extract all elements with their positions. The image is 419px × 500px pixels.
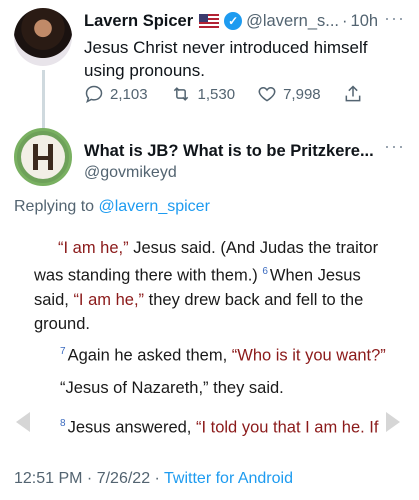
us-flag-icon xyxy=(199,14,220,28)
footer-date[interactable]: 7/26/22 xyxy=(97,470,150,487)
tweet-original[interactable]: Lavern Spicer ✓ @lavern_s... · 10h ··· J… xyxy=(0,0,419,130)
author-handle[interactable]: @govmikeyd xyxy=(84,164,177,182)
like-count: 7,998 xyxy=(283,85,321,103)
footer-separator: · xyxy=(150,470,165,487)
passage-paragraph-2: 7 Again he asked them, “Who is it you wan… xyxy=(60,340,410,368)
avatar-lavern[interactable] xyxy=(14,8,72,66)
retweet-button[interactable]: 1,530 xyxy=(170,84,236,104)
more-options-icon[interactable]: ··· xyxy=(384,136,405,157)
bible-passage-image[interactable]: “I am he,” Jesus said. (And Judas the tr… xyxy=(0,228,419,450)
avatar-govmikeyd[interactable] xyxy=(14,128,72,186)
retweet-count: 1,530 xyxy=(197,85,236,103)
footer-time[interactable]: 12:51 PM xyxy=(14,470,82,487)
tweet-text: Jesus Christ never introduced himself us… xyxy=(84,38,368,80)
heart-icon xyxy=(258,86,276,102)
verse-number: 7 xyxy=(60,346,66,357)
tweet-actions: 2,103 1,530 7,998 xyxy=(84,84,391,104)
author-handle[interactable]: @lavern_s... xyxy=(246,12,339,31)
verse-number: 6 xyxy=(262,266,268,277)
author-name[interactable]: What is JB? What is to be Pritzkere... xyxy=(84,142,374,161)
next-arrow-icon[interactable] xyxy=(386,412,400,432)
tweet-footer: 12:51 PM · 7/26/22 · Twitter for Android xyxy=(14,470,293,488)
footer-separator: · xyxy=(82,470,97,487)
separator-dot: · xyxy=(342,11,348,30)
like-button[interactable]: 7,998 xyxy=(257,84,321,104)
replying-mention-link[interactable]: @lavern_spicer xyxy=(99,198,210,215)
thread-connector-line xyxy=(42,70,45,130)
passage-paragraph-3: “Jesus of Nazareth,” they said. xyxy=(60,379,284,397)
more-options-icon[interactable]: ··· xyxy=(384,8,405,29)
verse-number: 8 xyxy=(60,418,66,429)
passage-quote: “Who is it you want?” xyxy=(231,346,386,365)
replying-prefix: Replying to xyxy=(14,198,99,215)
author-name[interactable]: Lavern Spicer xyxy=(84,12,193,31)
passage-paragraph-4: 8 Jesus answered, “I told you that I am h… xyxy=(60,412,410,440)
share-button[interactable] xyxy=(343,84,369,104)
reply-button[interactable]: 2,103 xyxy=(84,84,148,104)
share-icon xyxy=(345,85,361,102)
tweet-header: Lavern Spicer ✓ @lavern_s... · 10h xyxy=(84,10,378,32)
reply-count: 2,103 xyxy=(110,85,148,103)
tweet-time[interactable]: 10h xyxy=(351,12,379,31)
retweet-icon xyxy=(173,87,188,101)
passage-quote: “I told you that I am he. If xyxy=(195,418,379,437)
passage-quote: “I am he,” xyxy=(58,239,129,257)
footer-source-link[interactable]: Twitter for Android xyxy=(164,470,293,487)
replying-to: Replying to @lavern_spicer xyxy=(14,198,210,216)
previous-arrow-icon[interactable] xyxy=(16,412,30,432)
reply-icon xyxy=(85,85,103,104)
passage-text: Again he asked them, xyxy=(67,346,232,365)
passage-quote: “I am he,” xyxy=(73,290,145,309)
passage-text: Jesus answered, xyxy=(67,418,196,437)
avatar-h-logo xyxy=(21,135,65,179)
verified-badge-icon: ✓ xyxy=(224,12,243,30)
passage-paragraph-1: “I am he,” Jesus said. (And Judas the tr… xyxy=(34,236,394,336)
